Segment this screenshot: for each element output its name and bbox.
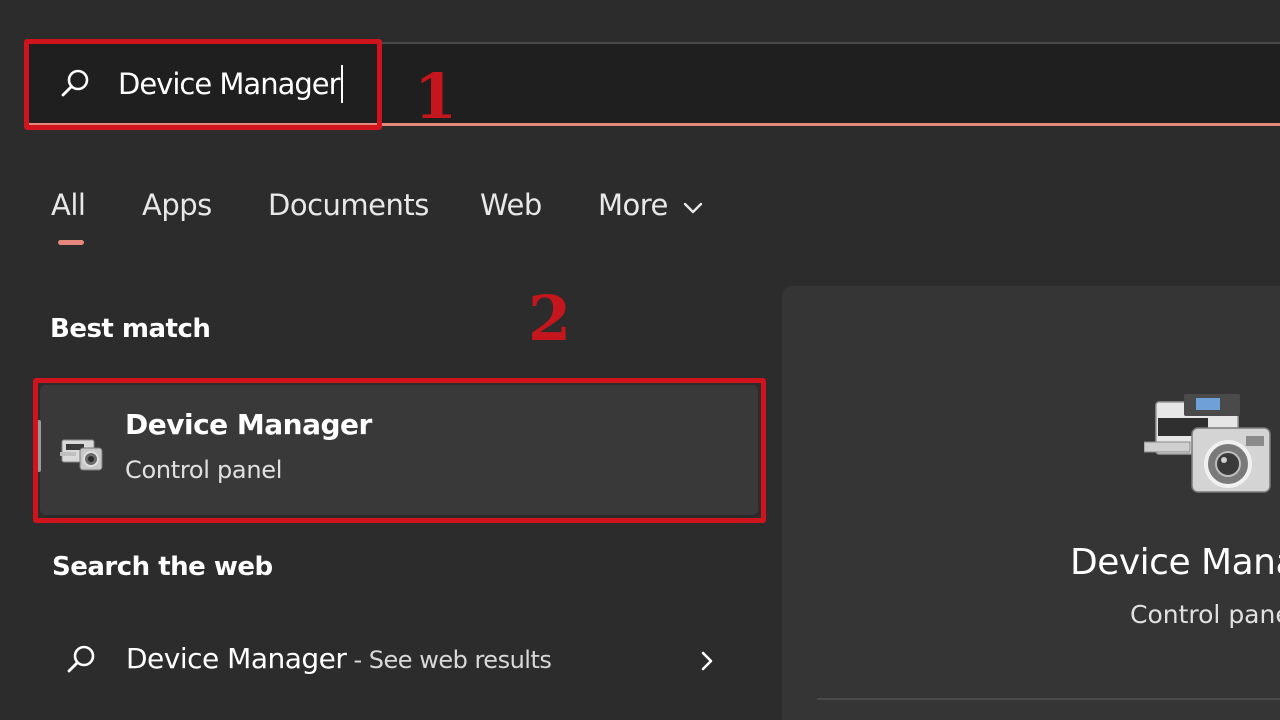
best-match-highlight-box [33,378,766,523]
chevron-down-icon[interactable] [682,200,704,216]
tab-all[interactable]: All [51,188,86,222]
preview-subtitle: Control pane [1130,600,1280,629]
tab-documents[interactable]: Documents [268,188,429,222]
web-result-text: Device Manager - See web results [126,642,552,675]
best-match-heading: Best match [50,314,211,344]
web-search-icon [67,645,95,673]
preview-panel [782,286,1280,720]
preview-title: Device Mana [1070,542,1280,583]
tab-web[interactable]: Web [480,188,542,222]
web-result-query: Device Manager [126,642,347,675]
chevron-right-icon[interactable] [698,649,716,673]
search-window: 1 All Apps Documents Web More Best match… [0,0,1280,720]
annotation-step-1: 1 [414,60,458,133]
device-manager-large-icon [1144,394,1271,493]
active-tab-indicator [58,240,84,245]
tab-apps[interactable]: Apps [142,188,212,222]
annotation-step-2: 2 [528,282,572,355]
tab-more[interactable]: More [598,188,668,222]
preview-divider [817,698,1280,700]
search-web-heading: Search the web [52,552,273,582]
search-highlight-box [24,39,382,130]
web-result-suffix: - See web results [346,646,552,674]
